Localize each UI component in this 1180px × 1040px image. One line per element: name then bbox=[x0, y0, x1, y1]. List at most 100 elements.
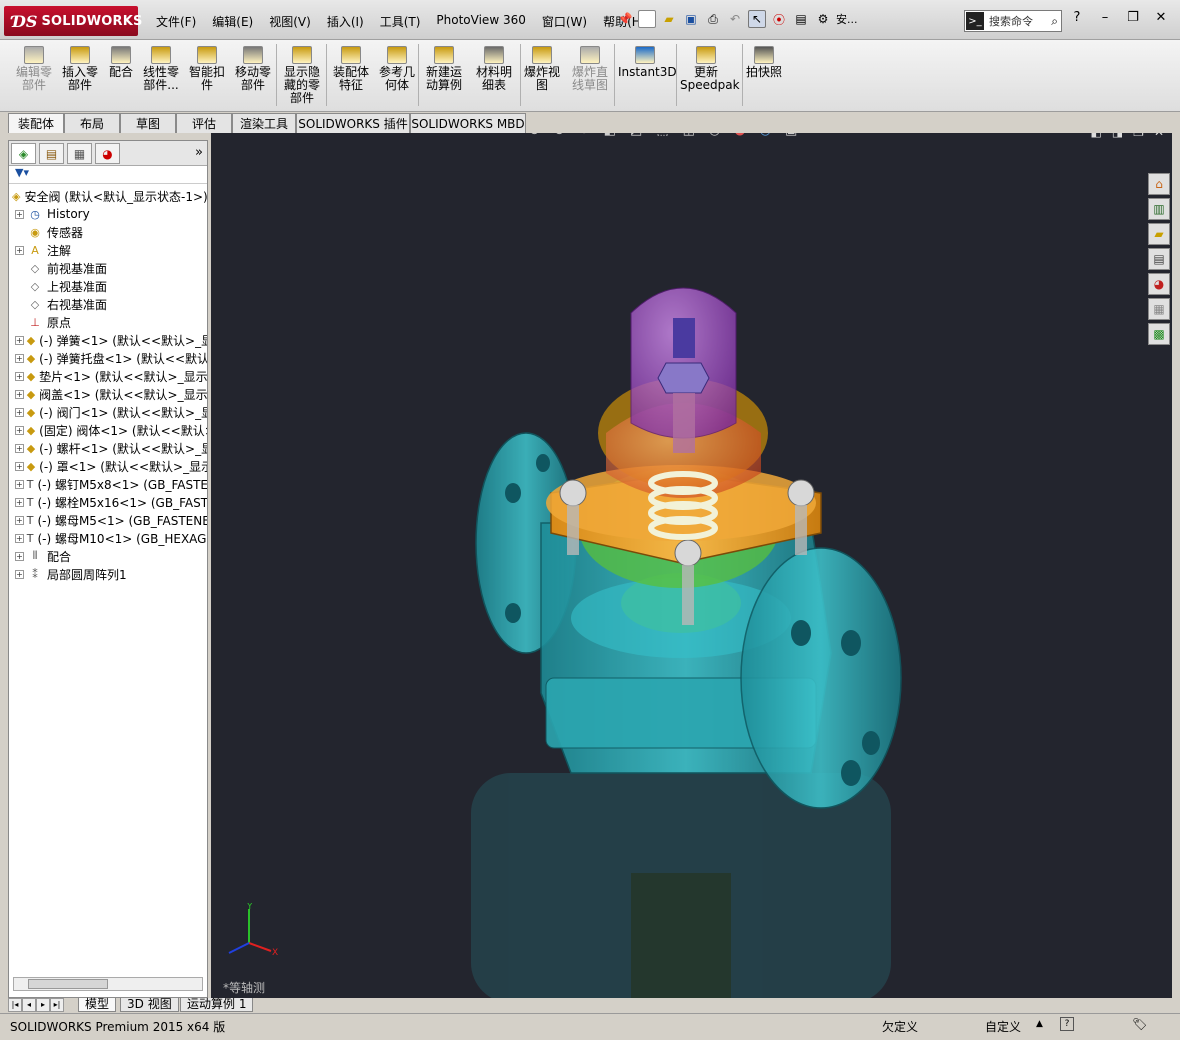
expand-icon[interactable]: + bbox=[15, 569, 24, 579]
linear-component-pattern-button[interactable]: 线性零 部件... bbox=[140, 46, 182, 92]
units-status[interactable]: 自定义 bbox=[985, 1018, 1021, 1035]
tab-mbd[interactable]: SOLIDWORKS MBD bbox=[410, 113, 526, 133]
menu-tools[interactable]: 工具(T) bbox=[372, 13, 429, 30]
expand-icon[interactable]: + bbox=[15, 443, 24, 453]
appearance-manager-tab-icon[interactable]: ◕ bbox=[95, 143, 120, 164]
tree-item[interactable]: + ⁑ 局部圆周阵列1 bbox=[9, 565, 207, 583]
insert-components-button[interactable]: 插入零 部件 bbox=[58, 46, 102, 92]
expand-icon[interactable]: + bbox=[15, 515, 24, 525]
tree-root-assembly[interactable]: ◈ 安全阀 (默认<默认_显示状态-1>) bbox=[9, 187, 207, 205]
exploded-view-button[interactable]: 爆炸视图 bbox=[522, 46, 562, 92]
prev-tab-icon[interactable]: ◂ bbox=[22, 998, 36, 1012]
solidworks-logo[interactable]: ƊS SOLIDWORKS bbox=[4, 6, 142, 36]
file-explorer-icon[interactable]: ▰ bbox=[1148, 223, 1170, 245]
expand-icon[interactable]: + bbox=[15, 389, 24, 399]
tab-evaluate[interactable]: 评估 bbox=[176, 113, 232, 133]
design-library-icon[interactable]: ▥ bbox=[1148, 198, 1170, 220]
tree-item[interactable]: +◆(-) 弹簧托盘<1> (默认<<默认>_显示状态 1>) bbox=[9, 349, 207, 367]
tree-item[interactable]: +◆垫片<1> (默认<<默认>_显示状态 1>) bbox=[9, 367, 207, 385]
tree-item[interactable]: +◆(-) 弹簧<1> (默认<<默认>_显示状态 1>) bbox=[9, 331, 207, 349]
expand-icon[interactable]: + bbox=[15, 245, 24, 255]
next-tab-icon[interactable]: ▸ bbox=[36, 998, 50, 1012]
rebuild-icon[interactable]: ⦿ bbox=[770, 10, 788, 28]
expand-icon[interactable]: + bbox=[15, 551, 24, 561]
tree-item[interactable]: +◆(-) 螺杆<1> (默认<<默认>_显示状态 1>) bbox=[9, 439, 207, 457]
expand-icon[interactable]: + bbox=[15, 407, 24, 417]
menu-photoview[interactable]: PhotoView 360 bbox=[428, 13, 533, 30]
tab-layout[interactable]: 布局 bbox=[64, 113, 120, 133]
expand-icon[interactable]: + bbox=[15, 533, 24, 543]
expand-panel-icon[interactable]: » bbox=[195, 145, 203, 160]
home-icon[interactable]: ⌂ bbox=[1148, 173, 1170, 195]
expand-icon[interactable]: + bbox=[15, 209, 24, 219]
instant3d-button[interactable]: Instant3D bbox=[618, 46, 677, 79]
valve-3d-model[interactable] bbox=[211, 133, 1172, 998]
smart-fasteners-button[interactable]: 智能扣件 bbox=[186, 46, 228, 92]
tree-item[interactable]: +T(-) 螺栓M5x16<1> (GB_FASTENER) bbox=[9, 493, 207, 511]
tree-item[interactable]: + ⫴ 配合 bbox=[9, 547, 207, 565]
units-dropdown-icon[interactable]: ▲ bbox=[1036, 1019, 1043, 1029]
assembly-features-button[interactable]: 装配体 特征 bbox=[330, 46, 372, 92]
solidworks-forum-icon[interactable]: ▩ bbox=[1148, 323, 1170, 345]
expand-icon[interactable]: + bbox=[15, 425, 24, 435]
print-icon[interactable]: ⎙ bbox=[704, 10, 722, 28]
tree-item[interactable]: ◇ 前视基准面 bbox=[9, 259, 207, 277]
new-document-icon[interactable] bbox=[638, 10, 656, 28]
menu-file[interactable]: 文件(F) bbox=[148, 13, 204, 30]
expand-icon[interactable]: + bbox=[15, 497, 24, 507]
tab-assembly[interactable]: 装配体 bbox=[8, 113, 64, 133]
help-icon[interactable]: ? bbox=[1066, 10, 1088, 25]
filter-icon[interactable]: ▼▾ bbox=[15, 166, 29, 179]
tree-item[interactable]: ◇ 上视基准面 bbox=[9, 277, 207, 295]
configuration-manager-tab-icon[interactable]: ▦ bbox=[67, 143, 92, 164]
edit-component-button[interactable]: 编辑零 部件 bbox=[12, 46, 56, 92]
tab-sketch[interactable]: 草图 bbox=[120, 113, 176, 133]
options-gear-icon[interactable]: ⚙ bbox=[814, 10, 832, 28]
search-icon[interactable]: ⌕ bbox=[1051, 14, 1061, 29]
property-manager-tab-icon[interactable]: ▤ bbox=[39, 143, 64, 164]
close-icon[interactable]: ✕ bbox=[1150, 10, 1172, 25]
tab-render-tools[interactable]: 渲染工具 bbox=[232, 113, 296, 133]
tree-item[interactable]: +T(-) 螺钉M5x8<1> (GB_FASTENER) bbox=[9, 475, 207, 493]
custom-properties-icon[interactable]: ▦ bbox=[1148, 298, 1170, 320]
tree-item[interactable]: +◆(固定) 阀体<1> (默认<<默认>_显示状态 1>) bbox=[9, 421, 207, 439]
move-component-button[interactable]: 移动零 部件 bbox=[232, 46, 274, 92]
view-palette-icon[interactable]: ▤ bbox=[1148, 248, 1170, 270]
pin-icon[interactable]: 📌 bbox=[616, 10, 634, 28]
tree-item[interactable]: + ◷ History bbox=[9, 205, 207, 223]
search-input[interactable]: 搜索命令 bbox=[985, 13, 1051, 29]
expand-icon[interactable]: + bbox=[15, 353, 24, 363]
take-snapshot-button[interactable]: 拍快照 bbox=[744, 46, 784, 79]
expand-icon[interactable]: + bbox=[15, 335, 24, 345]
tree-item[interactable]: +T(-) 螺母M10<1> (GB_HEXAGON) bbox=[9, 529, 207, 547]
new-motion-study-button[interactable]: 新建运 动算例 bbox=[424, 46, 464, 92]
tag-icon[interactable]: 🏷 bbox=[1132, 1017, 1147, 1031]
maximize-icon[interactable]: ❐ bbox=[1122, 10, 1144, 25]
tree-item[interactable]: + A 注解 bbox=[9, 241, 207, 259]
tree-item[interactable]: +◆阀盖<1> (默认<<默认>_显示状态 1>) bbox=[9, 385, 207, 403]
first-tab-icon[interactable]: |◂ bbox=[8, 998, 22, 1012]
menu-view[interactable]: 视图(V) bbox=[261, 13, 319, 30]
show-hidden-components-button[interactable]: 显示隐 藏的零 部件 bbox=[280, 46, 324, 105]
file-properties-icon[interactable]: ▤ bbox=[792, 10, 810, 28]
vertical-scrollbar[interactable] bbox=[1172, 133, 1180, 998]
tree-item[interactable]: ◉ 传感器 bbox=[9, 223, 207, 241]
undo-icon[interactable]: ↶ bbox=[726, 10, 744, 28]
horizontal-scrollbar[interactable] bbox=[13, 977, 203, 991]
tab-motion-study[interactable]: 运动算例 1 bbox=[180, 998, 254, 1012]
bill-of-materials-button[interactable]: 材料明 细表 bbox=[474, 46, 514, 92]
select-pointer-icon[interactable]: ↖ bbox=[748, 10, 766, 28]
explode-line-sketch-button[interactable]: 爆炸直 线草图 bbox=[568, 46, 612, 92]
minimize-icon[interactable]: – bbox=[1094, 10, 1116, 25]
tree-item[interactable]: ⊥ 原点 bbox=[9, 313, 207, 331]
search-commands-box[interactable]: >_ 搜索命令 ⌕ bbox=[964, 10, 1062, 32]
tree-item[interactable]: + T (-) 螺母M5<1> (GB_FASTENER) bbox=[9, 511, 207, 529]
mate-button[interactable]: 配合 bbox=[106, 46, 136, 79]
save-icon[interactable]: ▣ bbox=[682, 10, 700, 28]
expand-icon[interactable]: + bbox=[15, 371, 24, 381]
last-tab-icon[interactable]: ▸| bbox=[50, 998, 64, 1012]
tab-3d-view[interactable]: 3D 视图 bbox=[120, 998, 179, 1012]
menu-edit[interactable]: 编辑(E) bbox=[204, 13, 261, 30]
expand-icon[interactable]: + bbox=[15, 461, 24, 471]
graphics-viewport[interactable]: ⊕ ⊗ ↺ ◧ ◩ ⬚ ◫ ◎ ◕ ◔ ▣ ◧ ◨ ❐ ✕ bbox=[211, 133, 1172, 998]
